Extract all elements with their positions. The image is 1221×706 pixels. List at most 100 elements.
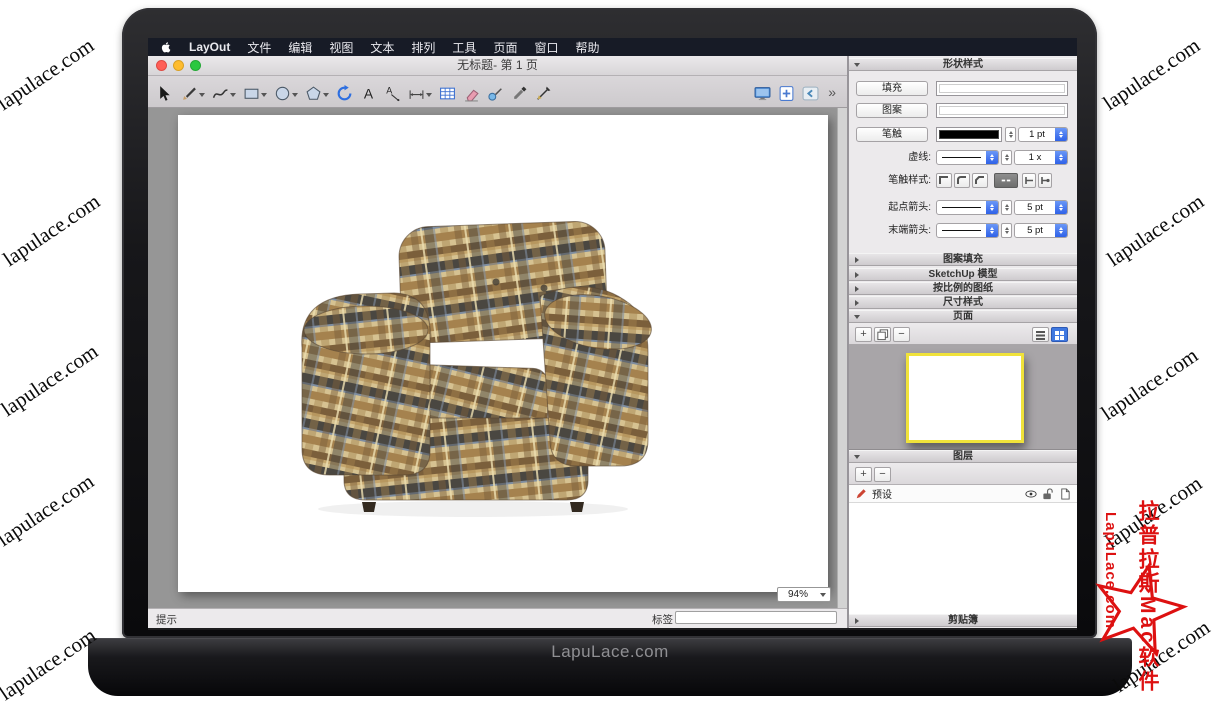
stroke-cap-butt-button[interactable] <box>1022 173 1036 188</box>
apple-menu-icon[interactable] <box>160 40 172 54</box>
document-page[interactable] <box>178 115 828 592</box>
toolbar-overflow-button[interactable]: » <box>826 83 838 101</box>
layers-title: 图层 <box>953 451 973 462</box>
fill-color-well[interactable] <box>936 81 1068 96</box>
rectangle-tool[interactable] <box>243 82 267 102</box>
start-arrow-size-stepper[interactable] <box>1001 200 1012 215</box>
end-arrow-dropdown[interactable] <box>936 223 999 238</box>
minimize-window-button[interactable] <box>173 60 184 71</box>
page-grid-view-button[interactable] <box>1051 327 1068 342</box>
fill-button[interactable]: 填充 <box>856 81 928 96</box>
offset-tool[interactable] <box>336 82 353 102</box>
pages-section-header[interactable]: 页面 <box>849 310 1077 323</box>
layers-section-header[interactable]: 图层 <box>849 450 1077 463</box>
sketchup-model-section-header[interactable]: SketchUp 模型 <box>849 268 1077 281</box>
start-arrow-size-dropdown[interactable]: 5 pt <box>1014 200 1068 215</box>
stroke-button[interactable]: 笔触 <box>856 127 928 142</box>
end-arrow-size-dropdown[interactable]: 5 pt <box>1014 223 1068 238</box>
line-tool[interactable] <box>181 82 205 102</box>
label-tool[interactable]: A <box>384 82 401 102</box>
dimension-tool[interactable] <box>408 82 432 102</box>
dropdown-arrows-icon <box>1055 224 1067 237</box>
disclosure-down-icon <box>854 315 860 322</box>
layer-visibility-eye-icon[interactable] <box>1025 488 1037 500</box>
add-layer-button[interactable]: + <box>855 467 872 482</box>
watermark-text: lapulace.com <box>0 189 105 272</box>
scaled-drawing-section-header[interactable]: 按比例的图纸 <box>849 282 1077 295</box>
line-tool-dropdown-icon <box>199 93 205 100</box>
eraser-tool[interactable] <box>463 82 480 102</box>
dimension-style-section-header[interactable]: 尺寸样式 <box>849 296 1077 309</box>
start-arrow-dropdown[interactable] <box>936 200 999 215</box>
layer-share-page-icon[interactable] <box>1059 488 1071 500</box>
add-page-button[interactable]: + <box>855 327 872 342</box>
pages-list[interactable] <box>849 345 1077 450</box>
dash-scale-dropdown[interactable]: 1 x <box>1014 150 1068 165</box>
layer-row[interactable]: 预设 <box>849 485 1077 503</box>
menu-item-file[interactable]: 文件 <box>247 39 271 56</box>
style-tool[interactable] <box>487 82 504 102</box>
stroke-join-bevel-button[interactable] <box>972 173 988 188</box>
stroke-dashes-button[interactable] <box>994 173 1018 188</box>
page-thumbnail-selected[interactable] <box>906 353 1024 443</box>
menu-item-text[interactable]: 文本 <box>370 39 394 56</box>
svg-text:A: A <box>364 85 374 101</box>
menu-item-pages[interactable]: 页面 <box>493 39 517 56</box>
eyedropper-tool[interactable] <box>511 82 528 102</box>
disclosure-right-icon <box>855 300 862 306</box>
circle-tool[interactable] <box>274 82 298 102</box>
pages-title: 页面 <box>953 311 973 322</box>
table-tool[interactable] <box>439 82 456 102</box>
stroke-cap-round-button[interactable] <box>1038 173 1052 188</box>
document-canvas[interactable]: 94% <box>148 108 847 608</box>
text-tool[interactable]: A <box>360 82 377 102</box>
pattern-fill-section-header[interactable]: 图案填充 <box>849 253 1077 266</box>
watermark-text: lapulace.com <box>1103 189 1209 272</box>
shape-style-title: 形状样式 <box>943 59 983 70</box>
scrapbook-section-header[interactable]: 剪贴簿 <box>849 614 1077 627</box>
dash-scale-stepper[interactable] <box>1001 150 1012 165</box>
page-list-view-button[interactable] <box>1032 327 1049 342</box>
plain-line-swatch <box>942 207 981 208</box>
pattern-well[interactable] <box>936 103 1068 118</box>
menu-app-name[interactable]: LayOut <box>189 40 230 54</box>
stroke-style-label: 笔触样式: <box>859 173 931 188</box>
remove-layer-button[interactable]: − <box>874 467 891 482</box>
close-window-button[interactable] <box>156 60 167 71</box>
shape-style-section-header[interactable]: 形状样式 <box>849 58 1077 71</box>
pattern-button[interactable]: 图案 <box>856 103 928 118</box>
disclosure-right-icon <box>855 286 862 292</box>
stroke-width-dropdown[interactable]: 1 pt <box>1018 127 1068 142</box>
select-tool[interactable] <box>157 82 174 102</box>
split-tool[interactable] <box>535 82 552 102</box>
menu-item-edit[interactable]: 编辑 <box>288 39 312 56</box>
stroke-join-round-button[interactable] <box>954 173 970 188</box>
polygon-tool[interactable] <box>305 82 329 102</box>
presentation-tool[interactable] <box>754 82 771 102</box>
remove-page-button[interactable]: − <box>893 327 910 342</box>
end-arrow-size-stepper[interactable] <box>1001 223 1012 238</box>
previous-page-button[interactable] <box>802 82 819 102</box>
watermark-text: lapulace.com <box>0 469 99 552</box>
stroke-width-stepper[interactable] <box>1005 127 1016 142</box>
zoom-dropdown[interactable]: 94% <box>777 587 831 602</box>
stroke-join-miter-button[interactable] <box>936 173 952 188</box>
dash-pattern-dropdown[interactable] <box>936 150 999 165</box>
tag-input[interactable] <box>675 611 837 624</box>
duplicate-page-button[interactable] <box>874 327 891 342</box>
menu-item-arrange[interactable]: 排列 <box>411 39 435 56</box>
sketchup-model-armchair[interactable] <box>278 218 668 518</box>
inspector-panel: 形状样式 填充 图案 笔触 1 pt 虚线: 1 x 笔触 <box>849 56 1077 628</box>
star-stamp-icon <box>1075 547 1201 673</box>
menu-item-window[interactable]: 窗口 <box>534 39 558 56</box>
laptop-base: LapuLace.com <box>88 638 1132 696</box>
stroke-color-well[interactable] <box>936 127 1002 142</box>
add-page-button[interactable] <box>778 82 795 102</box>
menu-item-view[interactable]: 视图 <box>329 39 353 56</box>
layer-unlocked-icon[interactable] <box>1042 488 1054 500</box>
zoom-window-button[interactable] <box>190 60 201 71</box>
menu-item-help[interactable]: 帮助 <box>575 39 599 56</box>
menu-item-tools[interactable]: 工具 <box>452 39 476 56</box>
canvas-scrollbar[interactable] <box>837 108 847 608</box>
freehand-tool[interactable] <box>212 82 236 102</box>
